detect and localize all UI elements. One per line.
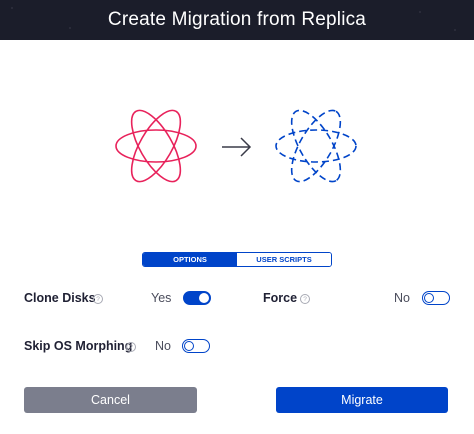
toggle-knob xyxy=(424,293,434,303)
toggle-knob xyxy=(184,341,194,351)
clone-disks-label: Clone Disks xyxy=(24,291,96,305)
help-icon[interactable]: ? xyxy=(300,294,310,304)
clone-disks-toggle[interactable] xyxy=(183,291,211,305)
toggle-knob xyxy=(199,293,209,303)
skip-os-morphing-label: Skip OS Morphing xyxy=(24,339,133,353)
options-tabs: OPTIONS USER SCRIPTS xyxy=(142,252,332,267)
dialog-header: Create Migration from Replica xyxy=(0,0,474,40)
help-icon[interactable]: ? xyxy=(93,294,103,304)
dialog-title: Create Migration from Replica xyxy=(107,9,367,30)
clone-disks-value: Yes xyxy=(151,291,172,305)
migrate-button[interactable]: Migrate xyxy=(276,387,448,413)
force-value: No xyxy=(394,291,410,305)
source-replica-icon xyxy=(115,109,197,183)
arrow-right-icon xyxy=(222,137,252,157)
force-label: Force xyxy=(263,291,298,305)
tab-options[interactable]: OPTIONS xyxy=(143,253,237,266)
help-icon[interactable]: ? xyxy=(126,342,136,352)
tab-user-scripts[interactable]: USER SCRIPTS xyxy=(237,253,331,266)
skip-os-morphing-toggle[interactable] xyxy=(182,339,210,353)
cancel-button[interactable]: Cancel xyxy=(24,387,197,413)
migration-illustration xyxy=(115,109,357,183)
force-toggle[interactable] xyxy=(422,291,450,305)
target-migration-icon xyxy=(275,109,357,183)
skip-os-morphing-value: No xyxy=(155,339,171,353)
